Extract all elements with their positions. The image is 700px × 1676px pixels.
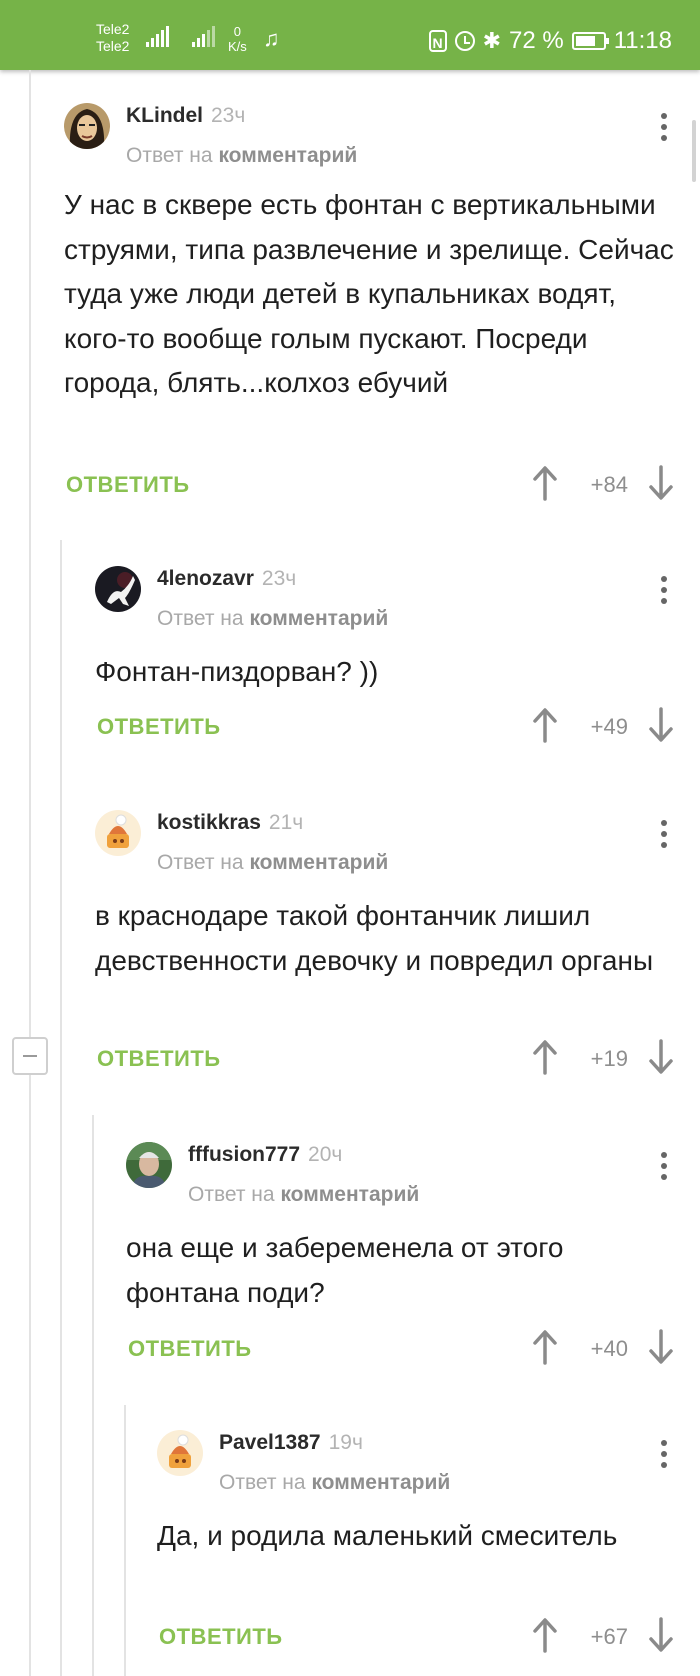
comment-time: 21ч bbox=[268, 811, 304, 834]
reply-to-link[interactable]: комментарий bbox=[311, 1471, 450, 1494]
upvote-arrow-icon[interactable] bbox=[532, 1617, 558, 1653]
reply-to: Ответ на комментарий bbox=[219, 1470, 640, 1496]
rating-score: +19 bbox=[590, 1046, 628, 1071]
upvote-arrow-icon[interactable] bbox=[532, 1039, 558, 1075]
network-speed: 0 K/s bbox=[228, 24, 247, 54]
status-bar: Tele2 Tele2 0 K/s ♫ N ✱ 72 % 11:18 bbox=[0, 0, 700, 70]
reply-to: Ответ на комментарий bbox=[188, 1182, 640, 1208]
comment-time: 23ч bbox=[211, 104, 246, 127]
author-name[interactable]: Pavel1387 bbox=[219, 1431, 321, 1454]
thread-line bbox=[29, 70, 31, 1676]
reply-to-label: Ответ на bbox=[126, 144, 213, 167]
reply-to-label: Ответ на bbox=[219, 1471, 306, 1494]
avatar[interactable] bbox=[95, 810, 141, 856]
comment-text: Да, и родила маленький смеситель bbox=[157, 1520, 618, 1551]
comment: Pavel1387 19ч Ответ на комментарий Да, и … bbox=[157, 1430, 700, 1660]
network-speed-value: 0 bbox=[233, 24, 242, 39]
reply-to-link[interactable]: комментарий bbox=[249, 851, 388, 874]
author-name[interactable]: fffusion777 bbox=[188, 1143, 300, 1166]
comment: 4lenozavr 23ч Ответ на комментарий Фонтан… bbox=[95, 566, 700, 746]
reply-to-label: Ответ на bbox=[157, 607, 244, 630]
avatar[interactable] bbox=[157, 1430, 203, 1476]
signal-icon bbox=[192, 26, 215, 47]
comment-text: У нас в сквере есть фонтан с вертикальны… bbox=[64, 189, 674, 398]
thread-line bbox=[60, 540, 62, 1676]
collapse-thread-button[interactable] bbox=[12, 1037, 48, 1075]
reply-to-link[interactable]: комментарий bbox=[249, 607, 388, 630]
comment: fffusion777 20ч Ответ на комментарий она … bbox=[126, 1142, 700, 1372]
music-icon: ♫ bbox=[263, 26, 280, 51]
more-options-icon[interactable] bbox=[654, 820, 674, 854]
battery-icon bbox=[571, 32, 609, 50]
comment-text: она еще и забеременела от этого фонтана … bbox=[126, 1232, 564, 1308]
reply-to: Ответ на комментарий bbox=[157, 850, 640, 876]
thread-line bbox=[124, 1405, 126, 1676]
network-speed-unit: K/s bbox=[228, 39, 247, 54]
carrier-2: Tele2 bbox=[96, 38, 130, 54]
more-options-icon[interactable] bbox=[654, 113, 674, 147]
reply-to: Ответ на комментарий bbox=[157, 606, 640, 632]
rating-score: +49 bbox=[590, 714, 628, 739]
avatar[interactable] bbox=[64, 103, 110, 149]
comment: kostikkras 21ч Ответ на комментарий в кра… bbox=[95, 810, 700, 1080]
nfc-icon: N bbox=[428, 30, 447, 52]
carrier-names: Tele2 Tele2 bbox=[96, 21, 129, 55]
reply-to-link[interactable]: комментарий bbox=[218, 144, 357, 167]
carrier-1: Tele2 bbox=[96, 21, 130, 37]
more-options-icon[interactable] bbox=[654, 576, 674, 610]
reply-button[interactable]: ОТВЕТИТЬ bbox=[66, 472, 190, 498]
thread-line bbox=[92, 1115, 94, 1676]
upvote-arrow-icon[interactable] bbox=[532, 707, 558, 743]
more-options-icon[interactable] bbox=[654, 1440, 674, 1474]
comment-text: в краснодаре такой фонтанчик лишил девст… bbox=[95, 900, 654, 976]
rating-score: +40 bbox=[590, 1336, 628, 1361]
reply-to-label: Ответ на bbox=[188, 1183, 275, 1206]
comment-time: 19ч bbox=[328, 1431, 363, 1454]
reply-button[interactable]: ОТВЕТИТЬ bbox=[128, 1336, 252, 1362]
comment-text: Фонтан-пиздорван? )) bbox=[95, 656, 379, 687]
clock: 11:18 bbox=[613, 27, 672, 54]
reply-button[interactable]: ОТВЕТИТЬ bbox=[97, 1046, 221, 1072]
reply-to: Ответ на комментарий bbox=[126, 143, 640, 169]
reply-button[interactable]: ОТВЕТИТЬ bbox=[159, 1624, 283, 1650]
rating-score: +84 bbox=[590, 472, 628, 497]
alarm-icon bbox=[454, 31, 475, 51]
downvote-arrow-icon[interactable] bbox=[648, 1329, 674, 1365]
downvote-arrow-icon[interactable] bbox=[648, 1039, 674, 1075]
avatar[interactable] bbox=[126, 1142, 172, 1188]
reply-button[interactable]: ОТВЕТИТЬ bbox=[97, 714, 221, 740]
author-name[interactable]: KLindel bbox=[126, 104, 203, 127]
reply-to-link[interactable]: комментарий bbox=[280, 1183, 419, 1206]
signal-icon bbox=[146, 26, 169, 47]
author-name[interactable]: 4lenozavr bbox=[157, 567, 254, 590]
battery-level bbox=[575, 36, 595, 46]
upvote-arrow-icon[interactable] bbox=[532, 465, 558, 501]
comment-time: 20ч bbox=[308, 1143, 343, 1166]
author-name[interactable]: kostikkras bbox=[157, 811, 261, 834]
comment: KLindel 23ч Ответ на комментарий У нас в … bbox=[64, 103, 700, 503]
downvote-arrow-icon[interactable] bbox=[648, 1617, 674, 1653]
rating-score: +67 bbox=[590, 1624, 628, 1649]
downvote-arrow-icon[interactable] bbox=[648, 707, 674, 743]
avatar[interactable] bbox=[95, 566, 141, 612]
bluetooth-icon: ✱ bbox=[482, 28, 502, 53]
downvote-arrow-icon[interactable] bbox=[648, 465, 674, 501]
comment-time: 23ч bbox=[261, 567, 297, 590]
battery-percent: 72 % bbox=[509, 27, 564, 54]
more-options-icon[interactable] bbox=[654, 1152, 674, 1186]
reply-to-label: Ответ на bbox=[157, 851, 244, 874]
upvote-arrow-icon[interactable] bbox=[532, 1329, 558, 1365]
